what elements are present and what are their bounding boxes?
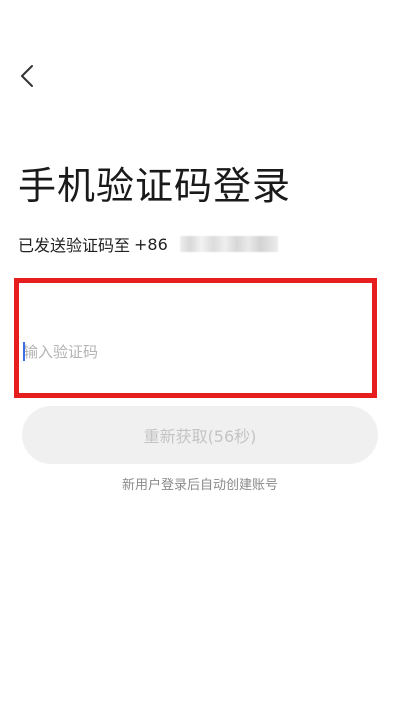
sent-prefix-text: 已发送验证码至 — [18, 236, 131, 255]
login-screen: 手机验证码登录 已发送验证码至 +86 重新获取(56秒) 新用户登录后自动创建… — [0, 0, 400, 710]
country-code: +86 — [134, 234, 168, 254]
verification-code-field[interactable] — [14, 278, 377, 398]
chevron-left-icon — [21, 65, 33, 87]
text-caret — [23, 342, 25, 361]
page-title: 手机验证码登录 — [18, 164, 292, 208]
resend-code-button[interactable]: 重新获取(56秒) — [22, 406, 378, 464]
verification-code-input[interactable] — [23, 337, 363, 367]
new-user-hint: 新用户登录后自动创建账号 — [121, 478, 278, 493]
sent-info: 已发送验证码至 +86 — [18, 232, 278, 256]
masked-phone-number — [179, 236, 278, 252]
back-button[interactable] — [12, 58, 42, 94]
